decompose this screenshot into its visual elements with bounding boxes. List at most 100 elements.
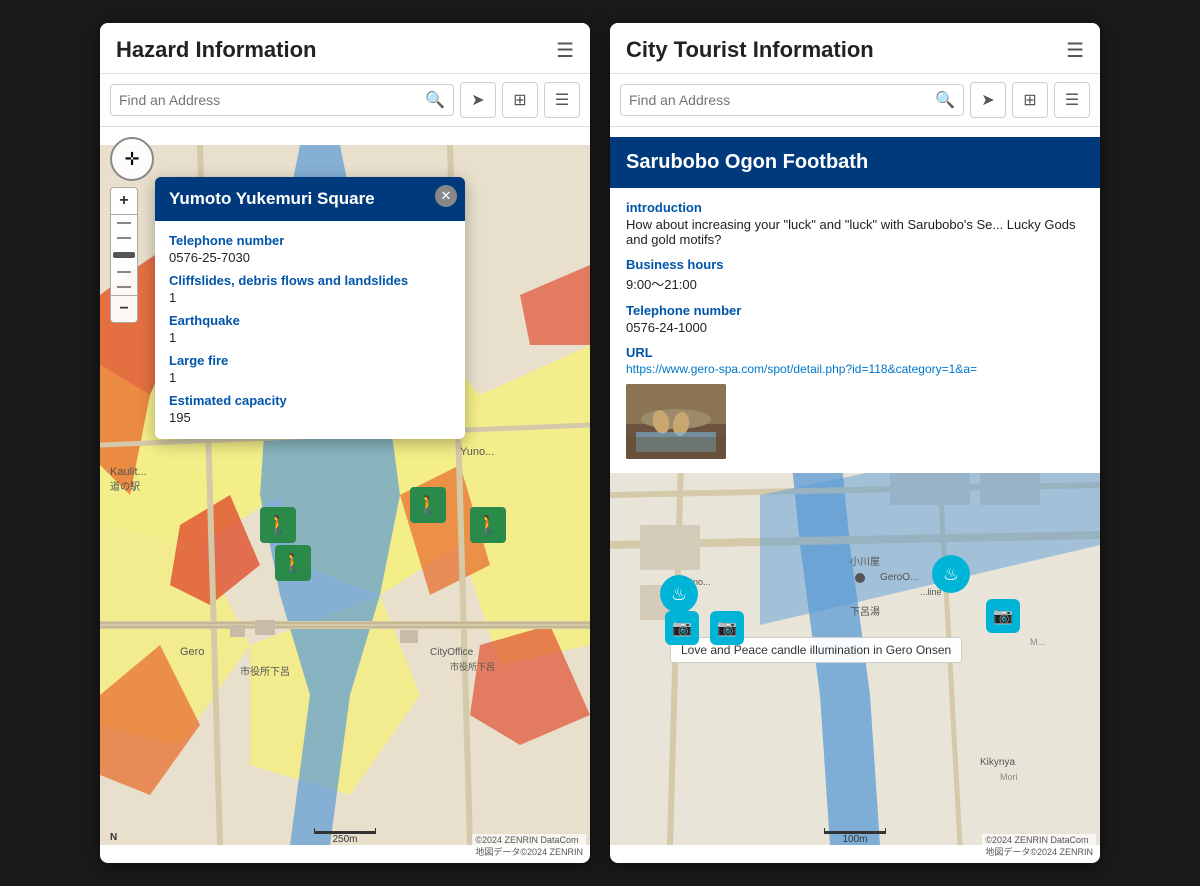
svg-text:道の駅: 道の駅 <box>110 480 140 493</box>
camera-symbol-2: 📷 <box>717 618 737 638</box>
left-title: Hazard Information <box>116 37 316 63</box>
zoom-tick-3 <box>117 271 131 273</box>
right-popup-image <box>626 384 726 459</box>
right-popup-value-1: 9:00～21:00 <box>626 274 1084 293</box>
left-header: Hazard Information ☰ <box>100 23 590 74</box>
camera-symbol-3: 📷 <box>993 606 1013 626</box>
right-layers-icon: ⊞ <box>1023 90 1036 110</box>
right-list-btn[interactable]: ☰ <box>1054 82 1090 118</box>
right-layers-btn[interactable]: ⊞ <box>1012 82 1048 118</box>
evacuation-symbol-1: 🚶 <box>267 515 289 536</box>
list-icon: ☰ <box>555 90 569 110</box>
zoom-tick-4 <box>117 286 131 288</box>
right-search-input[interactable] <box>629 92 931 108</box>
right-location-btn[interactable]: ➤ <box>970 82 1006 118</box>
right-search-bar: 🔍 ➤ ⊞ ☰ <box>610 74 1100 127</box>
right-popup-body: introduction How about increasing your "… <box>610 188 1100 473</box>
left-search-input[interactable] <box>119 92 421 108</box>
zoom-tick-2 <box>117 237 131 239</box>
hot-spring-icon-2: ♨ <box>943 564 959 585</box>
right-popup-value-2: 0576-24-1000 <box>626 320 1084 335</box>
right-list-icon: ☰ <box>1065 90 1079 110</box>
popup-value-2: 1 <box>169 330 451 345</box>
hot-spring-icon-1: ♨ <box>671 584 687 605</box>
left-hamburger-icon[interactable]: ☰ <box>556 38 574 63</box>
evacuation-icon-3: 🚶 <box>470 507 506 543</box>
camera-icon-1[interactable]: 📷 <box>665 611 699 645</box>
right-attribution: ©2024 ZENRIN DataCom地図データ©2024 ZENRIN <box>982 834 1096 859</box>
tourist-icon-2[interactable]: ♨ <box>932 555 970 593</box>
svg-text:Kaulit...: Kaulit... <box>110 466 147 478</box>
right-scale-bar: 100m <box>824 826 886 845</box>
right-popup-card: Sarubobo Ogon Footbath introduction How … <box>610 137 1100 473</box>
svg-text:Mori: Mori <box>1000 772 1018 782</box>
zoom-in-btn[interactable]: + <box>110 187 138 215</box>
left-search-wrapper: 🔍 <box>110 84 454 116</box>
right-popup-url[interactable]: https://www.gero-spa.com/spot/detail.php… <box>626 362 1084 376</box>
right-popup-value-0: How about increasing your "luck" and "lu… <box>626 217 1084 247</box>
right-popup-label-1: Business hours <box>626 257 1084 272</box>
left-attribution: ©2024 ZENRIN DataCom地図データ©2024 ZENRIN <box>472 834 586 859</box>
right-popup-label-2: Telephone number <box>626 303 1084 318</box>
svg-text:CityOffice: CityOffice <box>430 647 474 658</box>
popup-value-0: 0576-25-7030 <box>169 250 451 265</box>
popup-value-3: 1 <box>169 370 451 385</box>
left-zoom-controls: + − <box>110 187 138 323</box>
evacuation-icon-2: 🚶 <box>410 487 446 523</box>
zoom-out-btn[interactable]: − <box>110 295 138 323</box>
popup-close-btn[interactable]: ✕ <box>435 185 457 207</box>
popup-body: Telephone number 0576-25-7030 Cliffslide… <box>155 221 465 439</box>
left-location-btn[interactable]: ➤ <box>460 82 496 118</box>
compass-icon: ✛ <box>124 149 139 170</box>
popup-label-0: Telephone number <box>169 233 451 248</box>
left-popup-card: ✕ Yumoto Yukemuri Square Telephone numbe… <box>155 177 465 439</box>
right-location-icon: ➤ <box>981 90 994 110</box>
svg-text:市役所下呂: 市役所下呂 <box>240 665 290 678</box>
popup-value-1: 1 <box>169 290 451 305</box>
zoom-bar <box>110 215 138 295</box>
camera-icon-2[interactable]: 📷 <box>710 611 744 645</box>
left-panel: Hazard Information ☰ 🔍 ➤ ⊞ ☰ <box>100 23 590 863</box>
right-search-wrapper: 🔍 <box>620 84 964 116</box>
right-scale-label: 100m <box>842 834 867 845</box>
evacuation-symbol-3: 🚶 <box>477 515 499 536</box>
map-point <box>855 573 865 583</box>
popup-label-1: Cliffslides, debris flows and landslides <box>169 273 451 288</box>
popup-title: Yumoto Yukemuri Square <box>169 189 429 209</box>
evacuation-icon-4: 🚶 <box>275 545 311 581</box>
right-popup-title-bar: Sarubobo Ogon Footbath <box>610 137 1100 188</box>
tourist-icon-1[interactable]: ♨ <box>660 575 698 613</box>
left-layers-btn[interactable]: ⊞ <box>502 82 538 118</box>
layers-icon: ⊞ <box>513 90 526 110</box>
right-search-icon[interactable]: 🔍 <box>935 90 955 110</box>
right-popup-label-0: introduction <box>626 200 1084 215</box>
right-popup-label-3: URL <box>626 345 1084 360</box>
location-icon: ➤ <box>471 90 484 110</box>
popup-label-4: Estimated capacity <box>169 393 451 408</box>
svg-text:M...: M... <box>1030 637 1045 647</box>
left-search-icon[interactable]: 🔍 <box>425 90 445 110</box>
scale-label: 250m <box>332 834 357 845</box>
popup-label-3: Large fire <box>169 353 451 368</box>
left-map-area[interactable]: Gero 市役所下呂 CityOffice 市役所下呂 Yuno... Kaul… <box>100 127 590 863</box>
left-list-btn[interactable]: ☰ <box>544 82 580 118</box>
right-panel: City Tourist Information ☰ 🔍 ➤ ⊞ ☰ <box>610 23 1100 863</box>
svg-text:GeroO...: GeroO... <box>880 572 918 583</box>
svg-text:小川屋: 小川屋 <box>850 556 880 568</box>
left-compass[interactable]: ✛ <box>110 137 154 181</box>
svg-text:下呂湯: 下呂湯 <box>850 605 880 618</box>
scale-tick-right <box>375 828 376 834</box>
right-scale-tick-right <box>885 828 886 834</box>
right-map-area[interactable]: 小川屋 GeroO... ...line 下呂湯 Hoshino... 之道 K… <box>610 127 1100 863</box>
left-scale-bar: 250m <box>314 826 376 845</box>
camera-symbol-1: 📷 <box>672 618 692 638</box>
right-header: City Tourist Information ☰ <box>610 23 1100 74</box>
camera-icon-3[interactable]: 📷 <box>986 599 1020 633</box>
zoom-handle[interactable] <box>113 252 135 258</box>
left-north-indicator: N <box>110 832 117 843</box>
right-popup-title: Sarubobo Ogon Footbath <box>626 151 1084 174</box>
svg-text:Kikynya: Kikynya <box>980 757 1015 768</box>
popup-value-4: 195 <box>169 410 451 425</box>
right-hamburger-icon[interactable]: ☰ <box>1066 38 1084 63</box>
svg-text:Yuno...: Yuno... <box>460 446 494 458</box>
